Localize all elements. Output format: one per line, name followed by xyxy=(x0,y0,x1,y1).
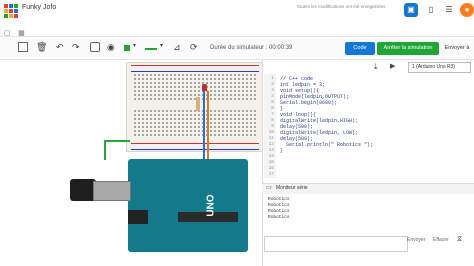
breadboard[interactable] xyxy=(126,62,264,152)
simulation-duration: Durée du simulateur : 00:00:39 xyxy=(210,45,293,51)
line-number: 10 xyxy=(268,130,274,135)
circuit-view-icon[interactable]: ▣ xyxy=(404,3,418,17)
line-number: 1 xyxy=(271,76,274,81)
upload-icon[interactable]: ▶ xyxy=(390,62,395,70)
download-icon[interactable]: ⤓ xyxy=(374,62,378,72)
color-swatch[interactable] xyxy=(124,45,130,51)
wire-blue[interactable] xyxy=(203,91,205,161)
line-number: 8 xyxy=(271,118,274,123)
save-status: Toutes les modifications ont été enregis… xyxy=(296,4,386,9)
tinkercad-logo[interactable] xyxy=(4,4,18,18)
line-number: 11 xyxy=(268,136,274,141)
wire-green[interactable] xyxy=(104,140,130,142)
wire-orange[interactable] xyxy=(207,91,209,161)
code-line[interactable]: Serial.println(" Robotics "); xyxy=(280,142,373,148)
send-button[interactable]: Envoyer xyxy=(407,237,425,243)
line-number: 3 xyxy=(271,88,274,93)
line-number: 16 xyxy=(268,166,274,171)
serial-output-line: Robotics xyxy=(268,215,290,220)
serial-output-line: Robotics xyxy=(268,203,290,208)
line-number: 7 xyxy=(271,112,274,117)
line-number: 14 xyxy=(268,154,274,159)
usb-port xyxy=(93,181,131,201)
visibility-icon[interactable]: ◉ xyxy=(107,42,115,53)
line-number: 9 xyxy=(271,124,274,129)
stop-simulation-button[interactable]: Arrêter la simulation xyxy=(377,42,439,55)
serial-output-line: Robotics xyxy=(268,197,290,202)
line-number: 12 xyxy=(268,142,274,147)
code-button[interactable]: Code xyxy=(345,42,375,55)
rotate-icon[interactable]: ⟳ xyxy=(190,42,198,53)
led-component[interactable] xyxy=(202,84,207,91)
undo-icon[interactable]: ↶ xyxy=(56,42,64,53)
schematic-view-icon[interactable]: ▯ xyxy=(424,3,438,17)
chevron-down-icon[interactable]: ▾ xyxy=(133,42,136,49)
line-number: 4 xyxy=(271,94,274,99)
wire-style-icon[interactable] xyxy=(145,48,157,50)
graph-icon[interactable]: ⧖ xyxy=(457,236,462,244)
redo-icon[interactable]: ↷ xyxy=(72,42,80,53)
code-line[interactable]: Serial.begin(9600); xyxy=(280,100,337,106)
duplicate-icon[interactable] xyxy=(18,42,28,52)
mirror-icon[interactable]: ⊿ xyxy=(173,42,181,53)
grid-icon[interactable]: ▦ xyxy=(18,29,25,37)
project-title[interactable]: Funky Jofo xyxy=(22,4,56,11)
resistor-component[interactable] xyxy=(196,97,200,111)
trash-icon[interactable]: 🗑 xyxy=(36,42,47,53)
line-number: 17 xyxy=(268,172,274,177)
clear-button[interactable]: Effacer xyxy=(433,237,449,243)
code-line[interactable]: } xyxy=(280,148,283,154)
serial-output-line: Robotics xyxy=(268,209,290,214)
avatar[interactable]: ● xyxy=(460,3,474,17)
serial-input[interactable] xyxy=(264,236,408,252)
serial-monitor-title: Moniteur série xyxy=(276,185,308,191)
send-to-button[interactable]: Envoyer à xyxy=(440,42,474,55)
wire-green[interactable] xyxy=(104,140,106,160)
line-number: 2 xyxy=(271,82,274,87)
line-number: 6 xyxy=(271,106,274,111)
device-select[interactable]: 1 (Arduino Uno R3) xyxy=(408,62,471,73)
top-bar xyxy=(0,0,474,37)
line-number: 15 xyxy=(268,160,274,165)
line-number: 13 xyxy=(268,148,274,153)
arduino-uno-board[interactable] xyxy=(128,159,248,252)
power-jack xyxy=(128,210,148,224)
note-icon[interactable] xyxy=(90,42,100,52)
uno-logo: UNO xyxy=(205,194,217,217)
chevron-down-icon[interactable]: ▾ xyxy=(160,42,163,49)
terminal-icon: ▭ xyxy=(266,185,272,191)
line-number: 5 xyxy=(271,100,274,105)
copy-icon[interactable]: ▢ xyxy=(4,29,11,37)
component-list-icon[interactable]: ☰ xyxy=(442,3,456,17)
